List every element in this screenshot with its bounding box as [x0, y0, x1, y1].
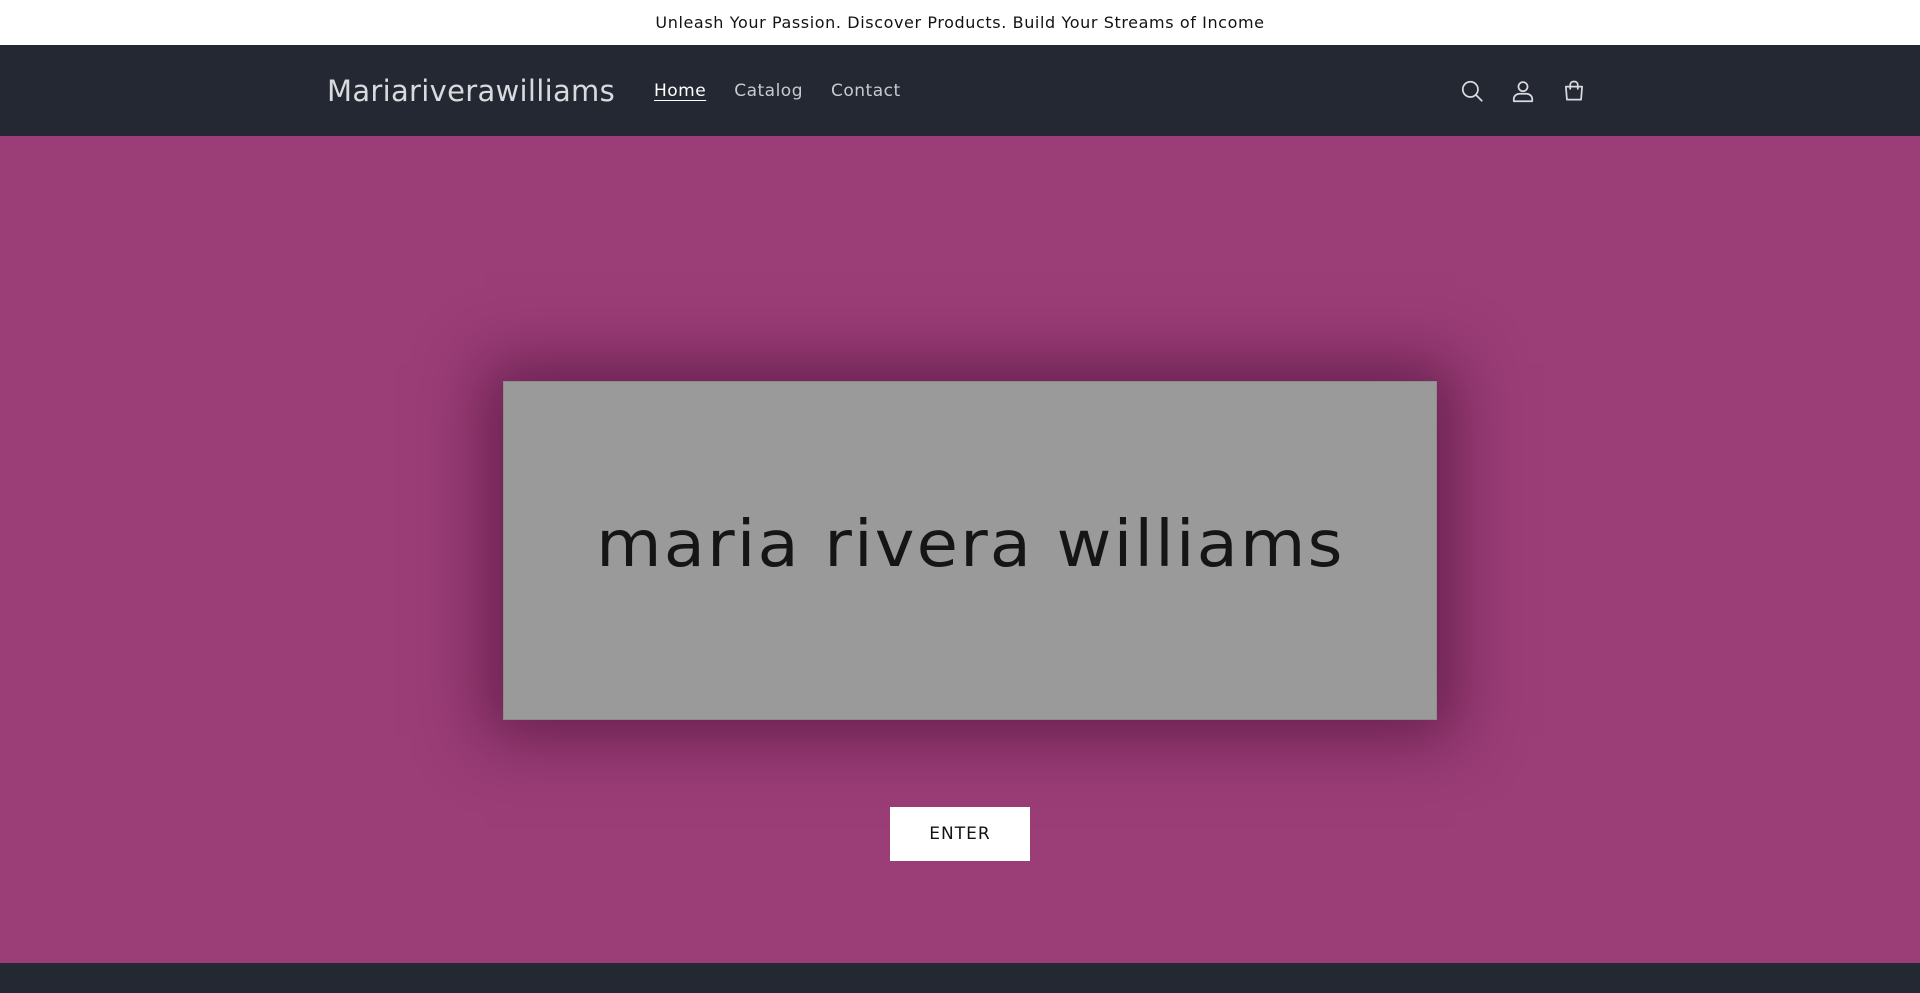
footer-strip — [0, 963, 1920, 993]
nav-item-catalog[interactable]: Catalog — [720, 81, 817, 101]
account-icon — [1512, 80, 1533, 102]
search-button[interactable] — [1446, 69, 1497, 113]
header-icons — [1446, 69, 1599, 113]
hero-banner-image: maria rivera williams — [503, 381, 1437, 720]
nav-item-home[interactable]: Home — [654, 81, 720, 101]
cart-button[interactable] — [1548, 69, 1599, 113]
site-header: Mariariverawilliams Home Catalog Contact — [0, 45, 1920, 136]
announcement-bar: Unleash Your Passion. Discover Products.… — [0, 0, 1920, 45]
announcement-text: Unleash Your Passion. Discover Products.… — [655, 13, 1265, 32]
nav-item-contact[interactable]: Contact — [817, 81, 915, 101]
cart-icon — [1564, 80, 1583, 101]
site-logo[interactable]: Mariariverawilliams — [327, 74, 615, 108]
account-button[interactable] — [1497, 69, 1548, 113]
search-icon — [1461, 80, 1483, 102]
main-nav: Home Catalog Contact — [654, 81, 915, 101]
enter-button[interactable]: ENTER — [890, 807, 1030, 861]
banner-wordmark: maria rivera williams — [595, 507, 1345, 582]
